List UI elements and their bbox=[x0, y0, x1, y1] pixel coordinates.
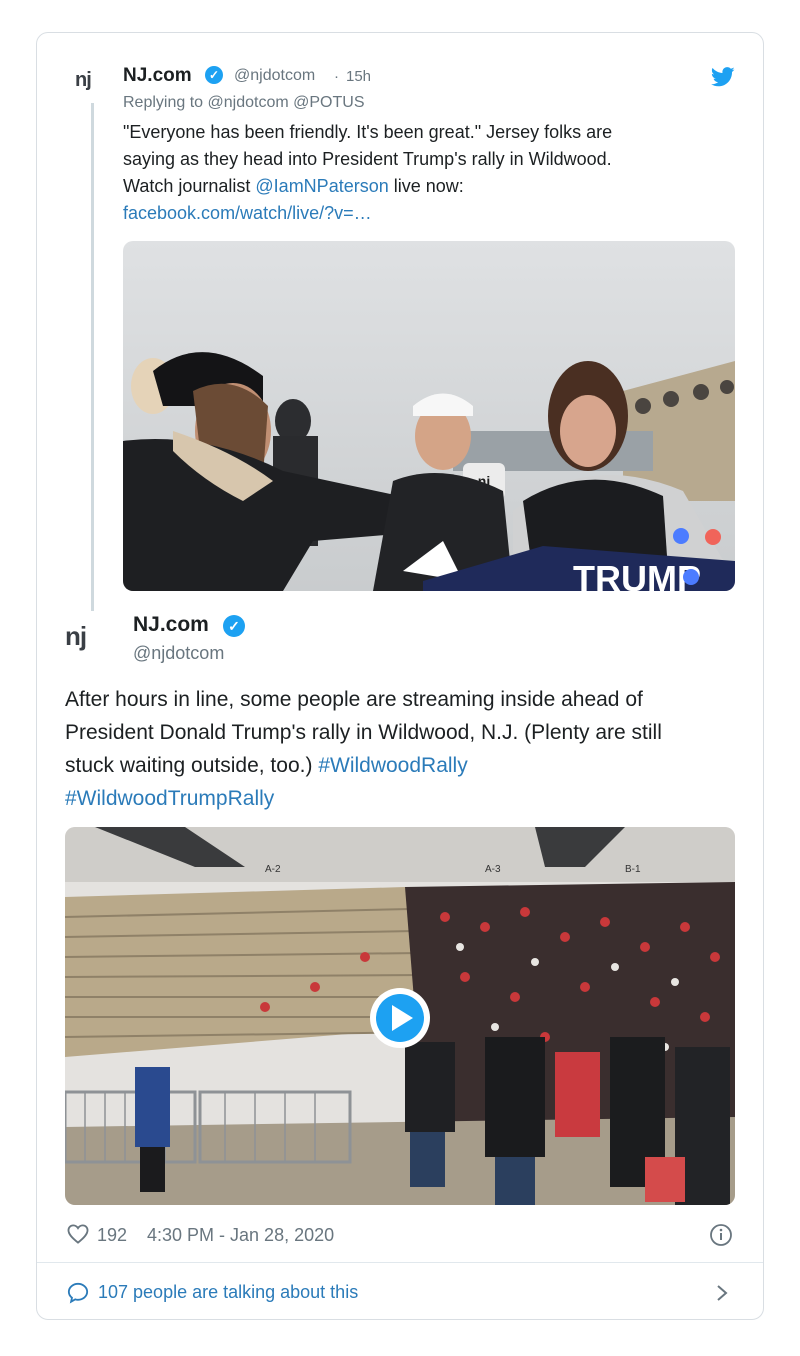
quoted-text-line: "Everyone has been friendly. It's been g… bbox=[123, 122, 613, 142]
main-text-line: stuck waiting outside, too.) #WildwoodRa… bbox=[65, 754, 468, 777]
section-sign-a3: A-3 bbox=[485, 864, 501, 875]
facebook-url-link[interactable]: facebook.com/watch/live/?v=… bbox=[123, 200, 743, 227]
verified-badge-icon: ✓ bbox=[223, 615, 245, 637]
hashtag-wildwoodrally[interactable]: #WildwoodRally bbox=[318, 754, 467, 777]
chevron-right-icon[interactable] bbox=[715, 1283, 729, 1303]
trump-sign-text: TRUMP bbox=[573, 558, 701, 591]
reply-mention-njdotcom[interactable]: @njdotcom bbox=[208, 94, 289, 111]
main-tweet-name[interactable]: NJ.com bbox=[133, 613, 209, 637]
mention-link[interactable]: @IamNPaterson bbox=[255, 176, 388, 196]
verified-badge-icon: ✓ bbox=[205, 66, 223, 84]
twitter-bird-icon[interactable] bbox=[710, 67, 735, 87]
main-text-line: President Donald Trump's rally in Wildwo… bbox=[65, 721, 662, 744]
main-tweet-video[interactable]: A-2 A-3 B-1 bbox=[65, 827, 735, 1205]
quoted-tweet-photo[interactable]: nj TRUMP bbox=[123, 241, 735, 591]
reply-mention-potus[interactable]: @POTUS bbox=[293, 94, 364, 111]
section-sign-b1: B-1 bbox=[625, 864, 641, 875]
quoted-tweet-text: "Everyone has been friendly. It's been g… bbox=[123, 119, 743, 227]
tweet-timestamp[interactable]: 4:30 PM - Jan 28, 2020 bbox=[147, 1225, 334, 1246]
quoted-tweet-name[interactable]: NJ.com bbox=[123, 65, 192, 87]
replying-to-line: Replying to @njdotcom @POTUS bbox=[123, 94, 365, 111]
like-count[interactable]: 192 bbox=[97, 1225, 127, 1246]
quoted-text-line: saying as they head into President Trump… bbox=[123, 149, 612, 169]
quoted-tweet-handle[interactable]: @njdotcom bbox=[234, 67, 315, 85]
njcom-logo: nj bbox=[65, 621, 87, 651]
conversation-link[interactable]: 107 people are talking about this bbox=[98, 1282, 358, 1303]
thread-line bbox=[91, 103, 94, 611]
section-sign-a2: A-2 bbox=[265, 864, 281, 875]
quoted-tweet-time[interactable]: 15h bbox=[346, 68, 371, 85]
main-tweet-text: After hours in line, some people are str… bbox=[65, 683, 745, 815]
main-text-line: After hours in line, some people are str… bbox=[65, 688, 643, 711]
tweet-embed-card: nj NJ.com ✓ @njdotcom · 15h Replying to … bbox=[36, 32, 764, 1320]
hashtag-wildwoodtrumprally[interactable]: #WildwoodTrumpRally bbox=[65, 782, 745, 815]
quoted-text-line: Watch journalist @IamNPaterson live now: bbox=[123, 176, 464, 196]
info-icon[interactable] bbox=[709, 1223, 733, 1247]
speech-bubble-icon[interactable] bbox=[67, 1282, 89, 1304]
separator-dot: · bbox=[334, 68, 339, 85]
main-tweet-handle[interactable]: @njdotcom bbox=[133, 643, 224, 664]
footer-divider bbox=[37, 1262, 763, 1263]
heart-icon[interactable] bbox=[67, 1224, 89, 1244]
njcom-logo: nj bbox=[75, 69, 92, 91]
